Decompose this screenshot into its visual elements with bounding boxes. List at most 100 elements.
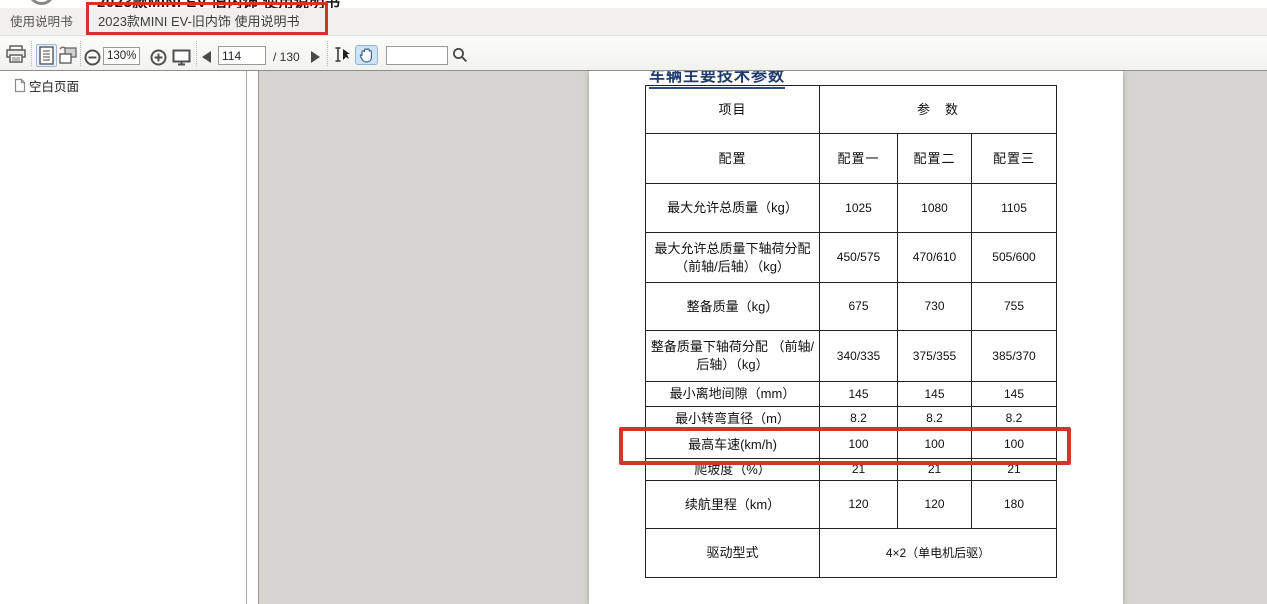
fit-screen-icon — [172, 49, 191, 66]
spec-config-3: 配置三 — [972, 134, 1057, 184]
spec-value-cell: 340/335 — [820, 331, 898, 382]
next-page-icon — [311, 51, 320, 63]
prev-page-icon — [202, 51, 211, 63]
zoom-level-input[interactable] — [103, 47, 140, 65]
pdf-viewer-window: 2023款MINI EV-旧内饰 使用说明书 使用说明书 > 2023款MINI… — [0, 0, 1267, 604]
spec-config-1: 配置一 — [820, 134, 898, 184]
spec-label-cell: 最大允许总质量下轴荷分配（前轴/后轴）（kg） — [646, 233, 820, 283]
toolbar: / 130 — [0, 36, 1267, 71]
spec-row: 项目参 数 — [646, 86, 1057, 134]
zoom-out-icon — [84, 49, 101, 66]
spec-row: 最大允许总质量下轴荷分配（前轴/后轴）（kg）450/575470/610505… — [646, 233, 1057, 283]
spec-row: 驱动型式4×2（单电机后驱） — [646, 529, 1057, 578]
spec-value-cell: 1025 — [820, 184, 898, 233]
spec-value-cell: 100 — [972, 431, 1057, 459]
spec-row: 整备质量（kg）675730755 — [646, 283, 1057, 331]
spec-row: 最小转弯直径（m）8.28.28.2 — [646, 407, 1057, 431]
toolbar-separator — [196, 41, 197, 66]
spec-config-2: 配置二 — [898, 134, 972, 184]
spec-value-cell: 145 — [972, 382, 1057, 407]
spec-value-cell: 145 — [820, 382, 898, 407]
hand-tool-button[interactable] — [355, 45, 378, 65]
spec-row: 整备质量下轴荷分配 （前轴/后轴）（kg）340/335375/355385/3… — [646, 331, 1057, 382]
bookmark-label: 空白页面 — [29, 76, 79, 95]
spec-value-cell: 470/610 — [898, 233, 972, 283]
toolbar-separator — [327, 41, 328, 66]
zoom-in-button[interactable] — [150, 49, 167, 66]
spec-value-cell: 375/355 — [898, 331, 972, 382]
facing-page-view-button[interactable] — [57, 45, 79, 66]
spec-value-cell: 675 — [820, 283, 898, 331]
zoom-out-button[interactable] — [84, 49, 101, 66]
spec-row: 最高车速(km/h)100100100 — [646, 431, 1057, 459]
spec-value-cell: 450/575 — [820, 233, 898, 283]
search-icon — [452, 47, 468, 63]
bookmarks-panel: 空白页面 — [0, 71, 247, 604]
spec-value-cell: 8.2 — [898, 407, 972, 431]
spec-table: 项目参 数配置配置一配置二配置三最大允许总质量（kg）102510801105最… — [645, 85, 1057, 578]
text-select-tool-button[interactable] — [333, 46, 353, 63]
spec-label-cell: 爬坡度（%） — [646, 459, 820, 481]
search-input[interactable] — [386, 46, 448, 65]
single-page-view-button[interactable] — [36, 44, 57, 67]
cut-off-page-heading: 2023款MINI EV-旧内饰 使用说明书 — [97, 0, 341, 8]
spec-label-cell: 续航里程（km） — [646, 481, 820, 529]
spec-row: 最小离地间隙（mm）145145145 — [646, 382, 1057, 407]
spec-row: 爬坡度（%）212121 — [646, 459, 1057, 481]
spec-label-cell: 整备质量（kg） — [646, 283, 820, 331]
spec-value-cell: 21 — [972, 459, 1057, 481]
spec-value-cell: 21 — [820, 459, 898, 481]
page-total-label: / 130 — [273, 50, 300, 64]
breadcrumb[interactable]: 使用说明书 — [10, 8, 73, 36]
spec-row: 最大允许总质量（kg）102510801105 — [646, 184, 1057, 233]
print-button[interactable] — [6, 45, 26, 63]
bookmark-item-blank-page[interactable]: 空白页面 — [14, 76, 79, 95]
fit-screen-button[interactable] — [172, 49, 191, 66]
spec-label-cell: 最小转弯直径（m） — [646, 407, 820, 431]
spec-value-cell: 385/370 — [972, 331, 1057, 382]
spec-header-param: 参 数 — [820, 86, 1057, 134]
blank-page-icon — [14, 78, 26, 93]
panel-splitter[interactable] — [248, 71, 258, 604]
spec-value-cell: 730 — [898, 283, 972, 331]
toolbar-separator — [31, 41, 32, 66]
page-number-input[interactable] — [218, 46, 266, 65]
spec-value-cell: 145 — [898, 382, 972, 407]
top-cut-strip: 2023款MINI EV-旧内饰 使用说明书 — [0, 0, 1267, 8]
single-page-view-icon — [37, 45, 56, 66]
next-page-button[interactable] — [311, 51, 320, 63]
spec-label-cell: 最小离地间隙（mm） — [646, 382, 820, 407]
print-icon — [6, 45, 26, 63]
spec-config-label: 配置 — [646, 134, 820, 184]
prev-page-button[interactable] — [202, 51, 211, 63]
toolbar-separator — [80, 41, 81, 66]
spec-label-cell: 整备质量下轴荷分配 （前轴/后轴）（kg） — [646, 331, 820, 382]
breadcrumb-separator-icon: > — [66, 8, 73, 36]
spec-value-cell: 505/600 — [972, 233, 1057, 283]
spec-value-cell: 120 — [898, 481, 972, 529]
spec-label-cell: 驱动型式 — [646, 529, 820, 578]
app-logo-icon — [28, 0, 55, 5]
document-tab[interactable]: 2023款MINI EV-旧内饰 使用说明书 — [98, 8, 300, 36]
spec-value-cell: 755 — [972, 283, 1057, 331]
hand-tool-icon — [358, 47, 375, 63]
breadcrumb-bar: 使用说明书 > 2023款MINI EV-旧内饰 使用说明书 — [0, 8, 1267, 36]
spec-label-cell: 最高车速(km/h) — [646, 431, 820, 459]
spec-value-cell: 8.2 — [972, 407, 1057, 431]
text-select-icon — [333, 46, 353, 63]
spec-row: 配置配置一配置二配置三 — [646, 134, 1057, 184]
spec-value-cell: 100 — [898, 431, 972, 459]
spec-value-cell: 180 — [972, 481, 1057, 529]
spec-value-cell: 100 — [820, 431, 898, 459]
spec-value-cell: 4×2（单电机后驱） — [820, 529, 1057, 578]
spec-label-cell: 最大允许总质量（kg） — [646, 184, 820, 233]
zoom-in-icon — [150, 49, 167, 66]
spec-value-cell: 21 — [898, 459, 972, 481]
facing-page-view-icon — [57, 45, 79, 66]
spec-value-cell: 1080 — [898, 184, 972, 233]
spec-row: 续航里程（km）120120180 — [646, 481, 1057, 529]
search-button[interactable] — [452, 47, 468, 63]
document-canvas[interactable]: 车辆主要技术参数 项目参 数配置配置一配置二配置三最大允许总质量（kg）1025… — [258, 71, 1267, 604]
spec-header-item: 项目 — [646, 86, 820, 134]
spec-value-cell: 1105 — [972, 184, 1057, 233]
